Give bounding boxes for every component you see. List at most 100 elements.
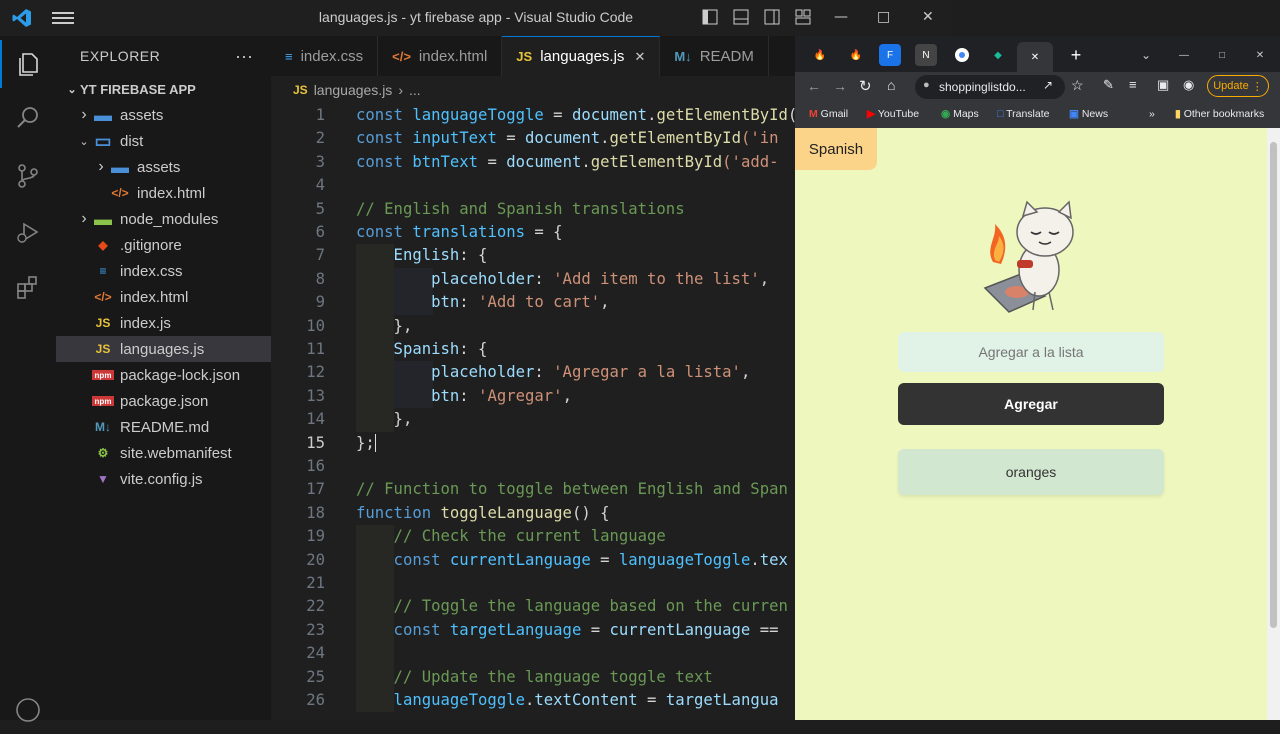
folder-icon: ▬ <box>111 156 129 177</box>
toggle-secondary-sidebar-icon[interactable] <box>764 9 780 29</box>
list-item[interactable]: oranges <box>898 449 1164 495</box>
tab-index-css[interactable]: ≡ index.css <box>271 36 379 76</box>
reload-icon[interactable]: ↻ <box>859 77 872 95</box>
tree-item-package-json[interactable]: npm package.json <box>56 388 271 414</box>
active-browser-tab[interactable]: ✕ <box>1017 42 1053 72</box>
more-actions-icon[interactable]: ··· <box>235 46 253 67</box>
tree-item-node-modules[interactable]: › ▬ node_modules <box>56 206 271 232</box>
bookmark-star-icon[interactable]: ☆ <box>1071 77 1084 94</box>
line-number: 21 <box>306 574 325 592</box>
green-tab-icon[interactable]: ◆ <box>987 44 1009 66</box>
code-token: = <box>496 129 526 148</box>
tree-item-assets[interactable]: › ▬ assets <box>56 154 271 180</box>
search-icon[interactable] <box>0 94 56 142</box>
tab-index-html[interactable]: </> index.html <box>378 36 503 76</box>
code-token: getElementById <box>590 152 723 171</box>
tree-item-assets[interactable]: › ▬ assets <box>56 102 271 128</box>
code-token: , <box>759 269 770 288</box>
text-cursor <box>374 433 376 452</box>
forward-icon[interactable]: → <box>833 78 847 94</box>
bookmark-news[interactable]: ▣ News <box>1069 108 1108 120</box>
account-icon[interactable] <box>0 686 56 734</box>
tree-item-index-js[interactable]: JS index.js <box>56 310 271 336</box>
tree-item-dist[interactable]: ⌄ ▭ dist <box>56 128 271 154</box>
browser-window: 🔥 🔥 F N ◆ ✕ + ⌄ — □ ✕ ← → ↻ ⌂ ● shopping… <box>795 36 1280 720</box>
profile-icon[interactable]: ◉ <box>1183 77 1194 93</box>
tab-languages-js[interactable]: JS languages.js ✕ <box>502 36 661 76</box>
browser-maximize-icon[interactable]: □ <box>1211 44 1233 66</box>
firebase-tab-icon[interactable]: 🔥 <box>809 44 831 66</box>
code-line: 17 // Function to toggle between English … <box>271 478 795 501</box>
tree-item-label: languages.js <box>120 340 205 358</box>
code-text: // Check the current language <box>356 525 666 548</box>
tree-item-index-css[interactable]: ≡ index.css <box>56 258 271 284</box>
back-icon[interactable]: ← <box>807 78 821 94</box>
code-line: 5 // English and Spanish translations <box>271 198 795 221</box>
npm-icon: npm <box>92 370 114 380</box>
line-number: 1 <box>315 106 325 124</box>
tree-item-languages-js[interactable]: JS languages.js <box>56 336 271 362</box>
close-window-icon[interactable]: ✕ <box>922 9 934 25</box>
bookmark-other[interactable]: ▮ Other bookmarks <box>1175 108 1264 120</box>
maximize-icon[interactable]: □ <box>877 9 890 25</box>
bookmark-youtube[interactable]: ▶ YouTube <box>867 108 919 120</box>
breadcrumb[interactable]: JS languages.js › ... <box>271 76 795 104</box>
tree-item-vite-config-js[interactable]: ▼ vite.config.js <box>56 466 271 492</box>
chrome-tab-icon[interactable] <box>951 44 973 66</box>
line-number: 2 <box>315 129 325 148</box>
url-text: shoppinglistdo... <box>939 80 1026 94</box>
language-toggle-button[interactable]: Spanish <box>795 128 877 170</box>
code-text: const inputText = document.getElementByI… <box>356 127 779 150</box>
code-token: }, <box>356 410 413 429</box>
tree-item-gitignore[interactable]: ◆ .gitignore <box>56 232 271 258</box>
customize-layout-icon[interactable] <box>795 9 811 29</box>
n-tab-icon[interactable]: N <box>915 44 937 66</box>
browser-minimize-icon[interactable]: — <box>1173 44 1195 66</box>
tree-item-readme-md[interactable]: M↓ README.md <box>56 414 271 440</box>
code-text: }, <box>356 315 413 338</box>
code-token: currentLanguage <box>449 550 591 569</box>
browser-close-icon[interactable]: ✕ <box>1249 44 1271 66</box>
extensions-icon[interactable] <box>0 264 56 312</box>
tab-search-icon[interactable]: ⌄ <box>1135 44 1157 66</box>
share-icon[interactable]: ↗ <box>1043 78 1053 92</box>
code-token: translations <box>412 223 526 241</box>
npm-icon: npm <box>92 396 114 406</box>
home-icon[interactable]: ⌂ <box>887 77 895 93</box>
toggle-sidebar-icon[interactable] <box>702 9 718 29</box>
toggle-panel-icon[interactable] <box>733 9 749 29</box>
run-debug-icon[interactable] <box>0 208 56 256</box>
bookmark-translate[interactable]: □ Translate <box>997 108 1049 120</box>
f-tab-icon[interactable]: F <box>879 44 901 66</box>
add-button[interactable]: Agregar <box>898 383 1164 425</box>
explorer-icon[interactable] <box>0 40 56 88</box>
code-token: tex <box>759 550 788 569</box>
bookmark-maps[interactable]: ◉ Maps <box>941 108 979 120</box>
side-panel-icon[interactable]: ▣ <box>1157 77 1169 93</box>
editor-tabs: ≡ index.css </> index.html JS languages.js ✕ M↓… <box>271 36 795 76</box>
firebase-tab-icon-2[interactable]: 🔥 <box>845 44 867 66</box>
bookmark-gmail[interactable]: M Gmail <box>809 108 848 120</box>
tree-item-index-html[interactable]: </> index.html <box>56 284 271 310</box>
project-folder[interactable]: ⌄ YT FIREBASE APP <box>56 76 271 102</box>
code-token: . <box>525 691 535 709</box>
extensions-puzzle-icon[interactable]: ✎ <box>1103 77 1114 93</box>
minimize-icon[interactable]: — <box>834 9 848 25</box>
tree-item-index-html[interactable]: </> index.html <box>56 180 271 206</box>
update-button[interactable]: Update ⋮ <box>1207 75 1269 97</box>
tab-readm[interactable]: M↓ READM <box>660 36 769 76</box>
page-scrollbar[interactable] <box>1267 128 1280 720</box>
close-tab-icon[interactable]: ✕ <box>634 49 645 65</box>
tree-item-package-lock-json[interactable]: npm package-lock.json <box>56 362 271 388</box>
css-file-icon: ≡ <box>285 48 293 64</box>
source-control-icon[interactable] <box>0 152 56 200</box>
bookmarks-overflow[interactable]: » <box>1149 108 1155 120</box>
item-input[interactable] <box>898 332 1164 372</box>
code-text: const targetLanguage = currentLanguage =… <box>356 619 779 642</box>
new-tab-icon[interactable]: + <box>1065 44 1087 66</box>
code-token: : <box>534 269 554 288</box>
tree-item-site-webmanifest[interactable]: ⚙ site.webmanifest <box>56 440 271 466</box>
code-token: const <box>356 223 413 241</box>
code-line: 22 // Toggle the language based on the c… <box>271 595 795 619</box>
reading-list-icon[interactable]: ≡ <box>1129 77 1137 92</box>
